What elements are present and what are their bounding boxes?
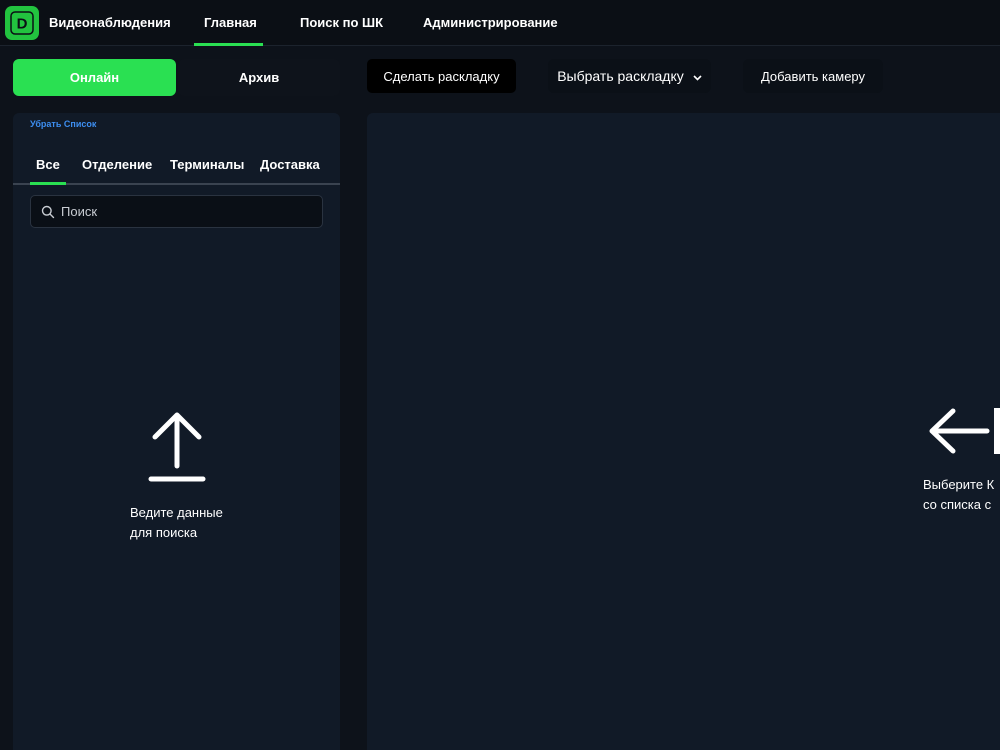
chevron-down-icon <box>693 68 702 84</box>
app-logo[interactable]: D <box>5 6 39 40</box>
camera-list-panel: Убрать Список Все Отделение Терминалы До… <box>13 113 340 750</box>
nav-active-indicator <box>194 43 263 46</box>
app-title: Видеонаблюдения <box>49 15 171 30</box>
tab-active-indicator <box>30 182 66 185</box>
select-camera-hint: Выберите К со списка с <box>923 475 994 515</box>
select-layout-label: Выбрать раскладку <box>557 68 684 84</box>
select-camera-hint-line1: Выберите К <box>923 477 995 492</box>
nav-barcode-search[interactable]: Поиск по ШК <box>300 15 383 30</box>
nav-main[interactable]: Главная <box>204 15 257 30</box>
camera-view-area: Выберите К со списка с <box>367 113 1000 750</box>
arrow-up-icon <box>148 412 206 482</box>
tab-all[interactable]: Все <box>36 157 60 172</box>
hide-list-link[interactable]: Убрать Список <box>30 119 96 129</box>
top-navbar: D Видеонаблюдения Главная Поиск по ШК Ад… <box>0 0 1000 46</box>
add-camera-button[interactable]: Добавить камеру <box>743 59 883 93</box>
nav-administration[interactable]: Администрирование <box>423 15 558 30</box>
search-field[interactable] <box>30 195 323 228</box>
make-layout-button[interactable]: Сделать раскладку <box>367 59 516 93</box>
logo-icon: D <box>10 11 34 35</box>
search-empty-hint: Ведите данные для поиска <box>130 503 223 543</box>
select-camera-hint-line2: со списка с <box>923 497 992 512</box>
search-empty-hint-line1: Ведите данные <box>130 505 223 520</box>
online-button[interactable]: Онлайн <box>13 59 176 96</box>
tab-terminals[interactable]: Терминалы <box>170 157 244 172</box>
archive-button[interactable]: Архив <box>178 59 340 96</box>
search-empty-hint-line2: для поиска <box>130 525 198 540</box>
tab-delivery[interactable]: Доставка <box>260 157 320 172</box>
search-input[interactable] <box>61 197 316 226</box>
tab-department[interactable]: Отделение <box>82 157 152 172</box>
search-icon <box>41 205 55 219</box>
svg-text:D: D <box>17 16 28 33</box>
select-layout-dropdown[interactable]: Выбрать раскладку <box>548 59 711 93</box>
arrow-left-icon <box>929 408 1000 454</box>
